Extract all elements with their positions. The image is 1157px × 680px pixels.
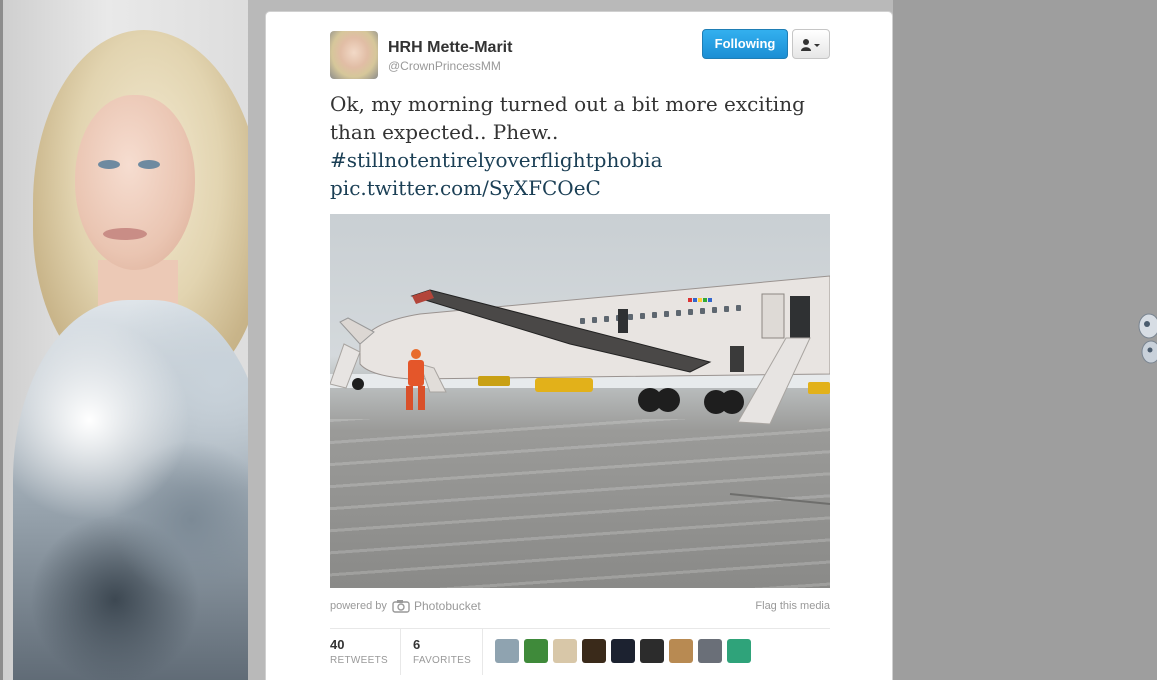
favorites-stat[interactable]: 6 FAVORITES: [413, 637, 471, 666]
favoriter-avatar[interactable]: [524, 639, 548, 663]
favoriter-avatar[interactable]: [553, 639, 577, 663]
favorites-label: FAVORITES: [413, 655, 472, 666]
portrait-face: [75, 95, 195, 270]
favoriter-avatar[interactable]: [582, 639, 606, 663]
person-dropdown-icon: [801, 38, 820, 51]
stat-divider: [482, 629, 483, 675]
retweets-count: 40: [330, 637, 345, 652]
favoriter-avatar[interactable]: [495, 639, 519, 663]
favoriter-avatar[interactable]: [611, 639, 635, 663]
retweets-stat[interactable]: 40 RETWEETS: [330, 637, 388, 666]
portrait-eye: [98, 160, 120, 169]
favoriter-avatar[interactable]: [698, 639, 722, 663]
camera-icon: [392, 600, 410, 613]
retweets-label: RETWEETS: [330, 655, 388, 666]
following-button[interactable]: Following: [702, 29, 788, 59]
favoriter-avatars: [495, 639, 756, 665]
airplane-emergency-scene: [330, 275, 830, 505]
powered-by-label: powered by: [330, 600, 387, 612]
portrait-lips: [103, 228, 147, 240]
favorites-count: 6: [413, 637, 421, 652]
butterfly-icon: [1138, 313, 1157, 364]
tweet-media-image[interactable]: [330, 214, 830, 588]
portrait-eye: [138, 160, 160, 169]
photobucket-link[interactable]: Photobucket: [414, 599, 481, 613]
pic-link[interactable]: pic.twitter.com/SyXFCOeC: [330, 174, 830, 202]
background-right: [893, 0, 1157, 680]
tweet-body: Ok, my morning turned out a bit more exc…: [330, 92, 805, 144]
display-name[interactable]: HRH Mette-Marit: [388, 39, 512, 57]
tweet-text: Ok, my morning turned out a bit more exc…: [330, 90, 830, 202]
tweet-stats: 40 RETWEETS 6 FAVORITES: [330, 628, 830, 675]
background-portrait: [0, 0, 265, 680]
media-footer: powered by Photobucket Flag this media: [330, 599, 830, 616]
favoriter-avatar[interactable]: [640, 639, 664, 663]
user-actions-button[interactable]: [792, 29, 830, 59]
avatar[interactable]: [330, 31, 378, 79]
hashtag-link[interactable]: #stillnotentirelyoverflightphobia: [330, 146, 830, 174]
screen-name[interactable]: @CrownPrincessMM: [388, 59, 501, 73]
tweet-card: HRH Mette-Marit @CrownPrincessMM Followi…: [265, 11, 893, 680]
stat-divider: [400, 629, 401, 675]
portrait-dress: [13, 300, 265, 680]
favoriter-avatar[interactable]: [727, 639, 751, 663]
flag-media-link[interactable]: Flag this media: [755, 600, 830, 612]
favoriter-avatar[interactable]: [669, 639, 693, 663]
